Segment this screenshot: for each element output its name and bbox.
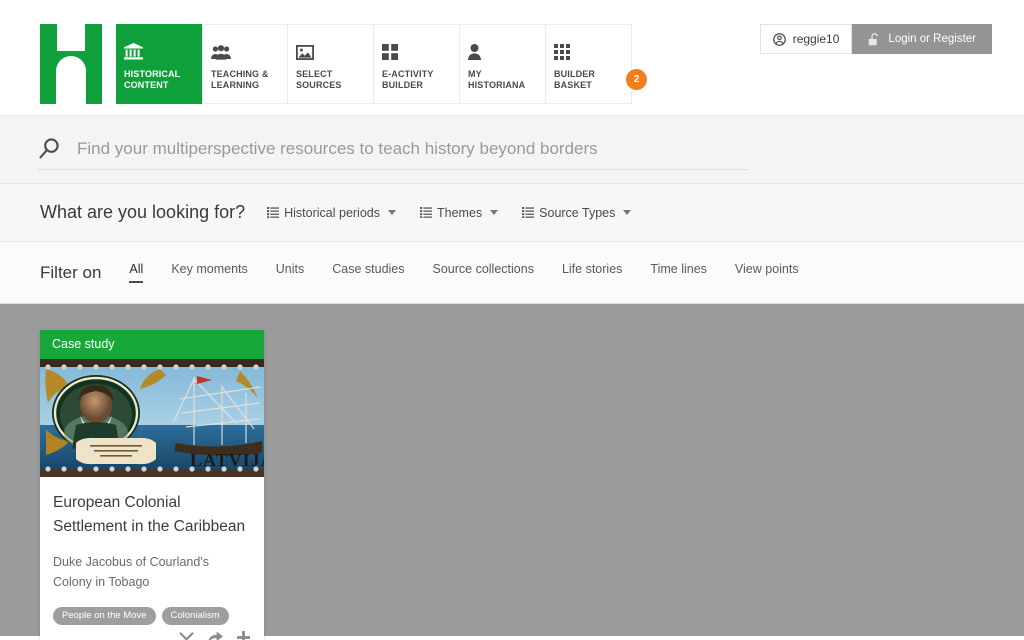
current-user-chip[interactable]: reggie10 [759,24,853,54]
filter-tab-time-lines[interactable]: Time lines [650,262,707,283]
card-subtitle: Duke Jacobus of Courland's Colony in Tob… [53,555,209,589]
filter-band: Filter on All Key moments Units Case stu… [0,242,1024,304]
list-icon [420,207,432,218]
nav-label-line1: HISTORICAL [124,69,181,79]
lock-open-icon [868,32,880,46]
svg-text:LATVIJA: LATVIJA [190,450,264,470]
nav-label-line1: BUILDER [554,69,596,79]
current-user-name: reggie10 [792,32,840,46]
search-field-wrap [38,137,748,170]
bank-columns-icon [124,40,193,60]
list-icon [267,207,280,218]
card-thumbnail: LATVIJA [40,359,264,477]
nav-label-line1: MY [468,69,482,79]
people-group-icon [211,40,279,60]
picture-icon [296,40,365,60]
search-band [0,116,1024,184]
user-circle-icon [772,32,786,46]
filter-tab-life-stories[interactable]: Life stories [562,262,622,283]
nav-label-line2: CONTENT [124,80,169,90]
dropdown-themes[interactable]: Themes [420,205,499,220]
card-tag-list: People on the Move Colonialism [53,607,251,625]
basket-count-badge: 2 [626,69,647,90]
filter-on-title: Filter on [40,262,102,282]
login-register-label: Login or Register [888,33,976,45]
dropdown-label: Themes [437,205,483,220]
nav-label-line2: SOURCES [296,80,342,90]
site-header: HISTORICAL CONTENT TEACHING & LEARNING S… [0,0,1024,116]
logo-keyhole-cutout [56,56,86,104]
dropdown-historical-periods[interactable]: Historical periods [267,206,396,220]
filter-tabs: All Key moments Units Case studies Sourc… [129,262,799,283]
looking-for-band: What are you looking for? Historical per… [0,184,1024,242]
dropdown-label: Historical periods [284,205,380,220]
list-icon [522,207,535,218]
looking-for-title: What are you looking for? [40,202,246,222]
plus-icon[interactable] [237,631,250,640]
nav-item-teaching-learning[interactable]: TEACHING & LEARNING [202,24,288,104]
chevron-down-icon[interactable] [179,631,194,640]
card-title: European Colonial Settlement in the Cari… [53,494,246,535]
primary-navigation: HISTORICAL CONTENT TEACHING & LEARNING S… [40,24,647,104]
looking-for-dropdowns: Historical periods Themes Source Types [267,205,632,220]
card-action-bar [40,625,264,640]
nav-label-line1: TEACHING & [211,69,269,79]
nav-label-line1: E-ACTIVITY [382,69,434,79]
historiana-logo[interactable] [40,24,102,104]
card-tag[interactable]: Colonialism [161,607,229,625]
chevron-down-icon [623,210,632,215]
filter-tab-all[interactable]: All [129,262,144,283]
filter-tab-key-moments[interactable]: Key moments [171,262,247,283]
result-card[interactable]: Case study LATVIJ European Colonial Sett… [40,330,264,640]
nav-item-builder-basket[interactable]: BUILDER BASKET 2 [546,24,647,104]
dropdown-label: Source Types [539,205,616,220]
nav-label-line2: BUILDER [382,80,424,90]
person-icon [468,40,537,60]
nav-label-line2: LEARNING [211,80,260,90]
nav-item-historical-content[interactable]: HISTORICAL CONTENT [116,24,202,104]
nav-label-line2: BASKET [554,80,592,90]
login-register-button[interactable]: Login or Register [852,24,992,54]
card-body: European Colonial Settlement in the Cari… [40,477,264,625]
grid-four-icon [382,40,451,60]
search-input[interactable] [77,138,748,159]
results-area: Case study LATVIJ European Colonial Sett… [0,304,1024,640]
user-account-zone: reggie10 Login or Register [759,24,992,54]
card-tag[interactable]: People on the Move [53,607,156,625]
search-icon[interactable] [38,137,61,160]
dropdown-source-types[interactable]: Source Types [522,205,632,220]
filter-tab-case-studies[interactable]: Case studies [332,262,404,283]
filter-tab-units[interactable]: Units [276,262,304,283]
card-type-badge: Case study [40,330,264,359]
share-arrow-icon[interactable] [208,631,223,640]
nav-label-line2: HISTORIANA [468,80,526,90]
nav-label-line1: SELECT [296,69,333,79]
nav-item-my-historiana[interactable]: MY HISTORIANA [460,24,546,104]
grid-nine-icon [554,40,623,60]
filter-tab-view-points[interactable]: View points [735,262,799,283]
nav-item-select-sources[interactable]: SELECT SOURCES [288,24,374,104]
chevron-down-icon [388,210,396,215]
chevron-down-icon [490,210,499,215]
filter-tab-source-collections[interactable]: Source collections [433,262,534,283]
nav-item-e-activity-builder[interactable]: E-ACTIVITY BUILDER [374,24,460,104]
